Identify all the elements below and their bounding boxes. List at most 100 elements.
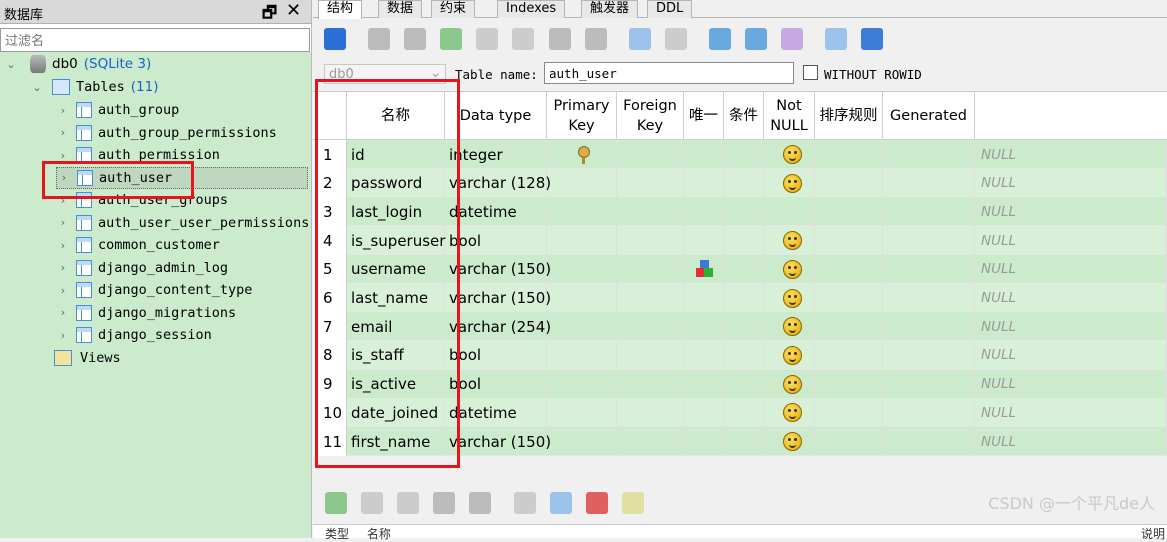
condition-cell[interactable]	[724, 312, 764, 342]
default-value-cell[interactable]: NULL	[975, 283, 1167, 313]
default-value-cell[interactable]: NULL	[975, 398, 1167, 428]
unique-cell[interactable]	[684, 283, 724, 313]
chevron-right-icon[interactable]: ›	[56, 284, 70, 297]
table-row[interactable]: 8 is_staff bool NULL	[313, 340, 1167, 370]
chevron-right-icon[interactable]: ›	[56, 194, 70, 207]
collation-cell[interactable]	[815, 312, 883, 342]
column-name-cell[interactable]: id	[347, 140, 445, 169]
foreign-key-cell[interactable]	[617, 427, 684, 456]
foreign-key-cell[interactable]	[617, 398, 684, 428]
not-null-cell[interactable]	[764, 427, 815, 456]
foreign-key-cell[interactable]	[617, 168, 684, 198]
not-null-cell[interactable]	[764, 312, 815, 342]
foreign-key-icon[interactable]	[550, 492, 572, 514]
chevron-right-icon[interactable]: ›	[56, 306, 70, 319]
collation-cell[interactable]	[815, 369, 883, 399]
data-type-cell[interactable]: varchar (150)	[445, 254, 551, 284]
table-row[interactable]: 4 is_superuser bool NULL	[313, 226, 1167, 256]
primary-key-cell[interactable]	[547, 427, 617, 456]
tree-node-db[interactable]: ⌄ db0 (SQLite 3)	[4, 53, 151, 75]
move-up-icon[interactable]	[549, 28, 571, 50]
tab-0[interactable]: 结构	[318, 0, 363, 19]
table-row[interactable]: 7 email varchar (254) NULL	[313, 312, 1167, 342]
column-name-cell[interactable]: username	[347, 254, 445, 284]
tree-node-views[interactable]: Views	[52, 347, 121, 369]
data-type-cell[interactable]: varchar (150)	[445, 283, 551, 313]
unique-cell[interactable]	[684, 427, 724, 456]
chevron-down-icon[interactable]: ⌄	[430, 66, 441, 81]
not-null-cell[interactable]	[764, 369, 815, 399]
primary-key-icon[interactable]	[514, 492, 536, 514]
primary-key-cell[interactable]	[547, 226, 617, 256]
collation-cell[interactable]	[815, 427, 883, 456]
generated-cell[interactable]	[883, 369, 975, 399]
table-row[interactable]: 3 last_login datetime NULL	[313, 197, 1167, 227]
move-down-icon[interactable]	[469, 492, 491, 514]
primary-key-cell[interactable]	[547, 168, 617, 198]
table-name-input[interactable]: auth_user	[544, 62, 794, 84]
collation-cell[interactable]	[815, 254, 883, 284]
primary-key-cell[interactable]	[547, 283, 617, 313]
without-rowid-checkbox[interactable]	[803, 65, 818, 80]
default-value-cell[interactable]: NULL	[975, 340, 1167, 370]
commit-icon[interactable]	[368, 28, 390, 50]
generated-cell[interactable]	[883, 197, 975, 227]
generated-cell[interactable]	[883, 226, 975, 256]
column-header[interactable]: Data type	[445, 92, 547, 140]
restore-icon[interactable]: 🗗	[262, 2, 277, 29]
default-value-cell[interactable]: NULL	[975, 369, 1167, 399]
collation-cell[interactable]	[815, 197, 883, 227]
not-null-cell[interactable]	[764, 226, 815, 256]
column-header[interactable]: 名称	[347, 92, 445, 140]
condition-cell[interactable]	[724, 427, 764, 456]
primary-key-cell[interactable]	[547, 398, 617, 428]
default-value-cell[interactable]: NULL	[975, 197, 1167, 227]
column-name-cell[interactable]: is_superuser	[347, 226, 445, 256]
add-constraint-icon[interactable]	[325, 492, 347, 514]
column-name-cell[interactable]: email	[347, 312, 445, 342]
column-header[interactable]: Generated	[883, 92, 975, 140]
collation-cell[interactable]	[815, 168, 883, 198]
table-row[interactable]: 9 is_active bool NULL	[313, 369, 1167, 399]
column-name-cell[interactable]: date_joined	[347, 398, 445, 428]
data-type-cell[interactable]: bool	[445, 369, 547, 399]
generated-cell[interactable]	[883, 283, 975, 313]
unique-cell[interactable]	[684, 254, 724, 284]
collation-cell[interactable]	[815, 226, 883, 256]
table-item[interactable]: › common_customer	[56, 234, 220, 256]
not-null-cell[interactable]	[764, 197, 815, 227]
condition-cell[interactable]	[724, 140, 764, 169]
foreign-key-cell[interactable]	[617, 197, 684, 227]
chevron-right-icon[interactable]: ›	[56, 216, 70, 229]
column-name-cell[interactable]: first_name	[347, 427, 445, 456]
generated-cell[interactable]	[883, 140, 975, 169]
insert-column-icon[interactable]	[476, 28, 498, 50]
table-row[interactable]: 10 date_joined datetime NULL	[313, 398, 1167, 428]
condition-cell[interactable]	[724, 197, 764, 227]
data-type-cell[interactable]: bool	[445, 226, 547, 256]
data-type-cell[interactable]: integer	[445, 140, 547, 169]
default-value-cell[interactable]: NULL	[975, 168, 1167, 198]
unique-cell[interactable]	[684, 168, 724, 198]
primary-key-cell[interactable]	[547, 254, 617, 284]
chevron-right-icon[interactable]: ›	[56, 104, 70, 117]
table-row[interactable]: 5 username varchar (150) NULL	[313, 254, 1167, 284]
collation-cell[interactable]	[815, 398, 883, 428]
tab-2[interactable]: 约束	[431, 0, 476, 18]
copy-icon[interactable]	[825, 28, 847, 50]
foreign-key-cell[interactable]	[617, 312, 684, 342]
table-row[interactable]: 6 last_name varchar (150) NULL	[313, 283, 1167, 313]
not-null-cell[interactable]	[764, 168, 815, 198]
primary-key-cell[interactable]	[547, 312, 617, 342]
chevron-down-icon[interactable]: ⌄	[4, 58, 18, 71]
chevron-right-icon[interactable]: ›	[56, 329, 70, 342]
add-column-icon[interactable]	[440, 28, 462, 50]
tab-3[interactable]: Indexes	[497, 0, 566, 18]
primary-key-cell[interactable]	[547, 197, 617, 227]
unique-icon[interactable]	[586, 492, 608, 514]
column-name-cell[interactable]: is_staff	[347, 340, 445, 370]
schema-select[interactable]: db0 ⌄	[324, 64, 446, 84]
unique-cell[interactable]	[684, 312, 724, 342]
move-up-icon[interactable]	[433, 492, 455, 514]
chevron-right-icon[interactable]: ›	[56, 261, 70, 274]
